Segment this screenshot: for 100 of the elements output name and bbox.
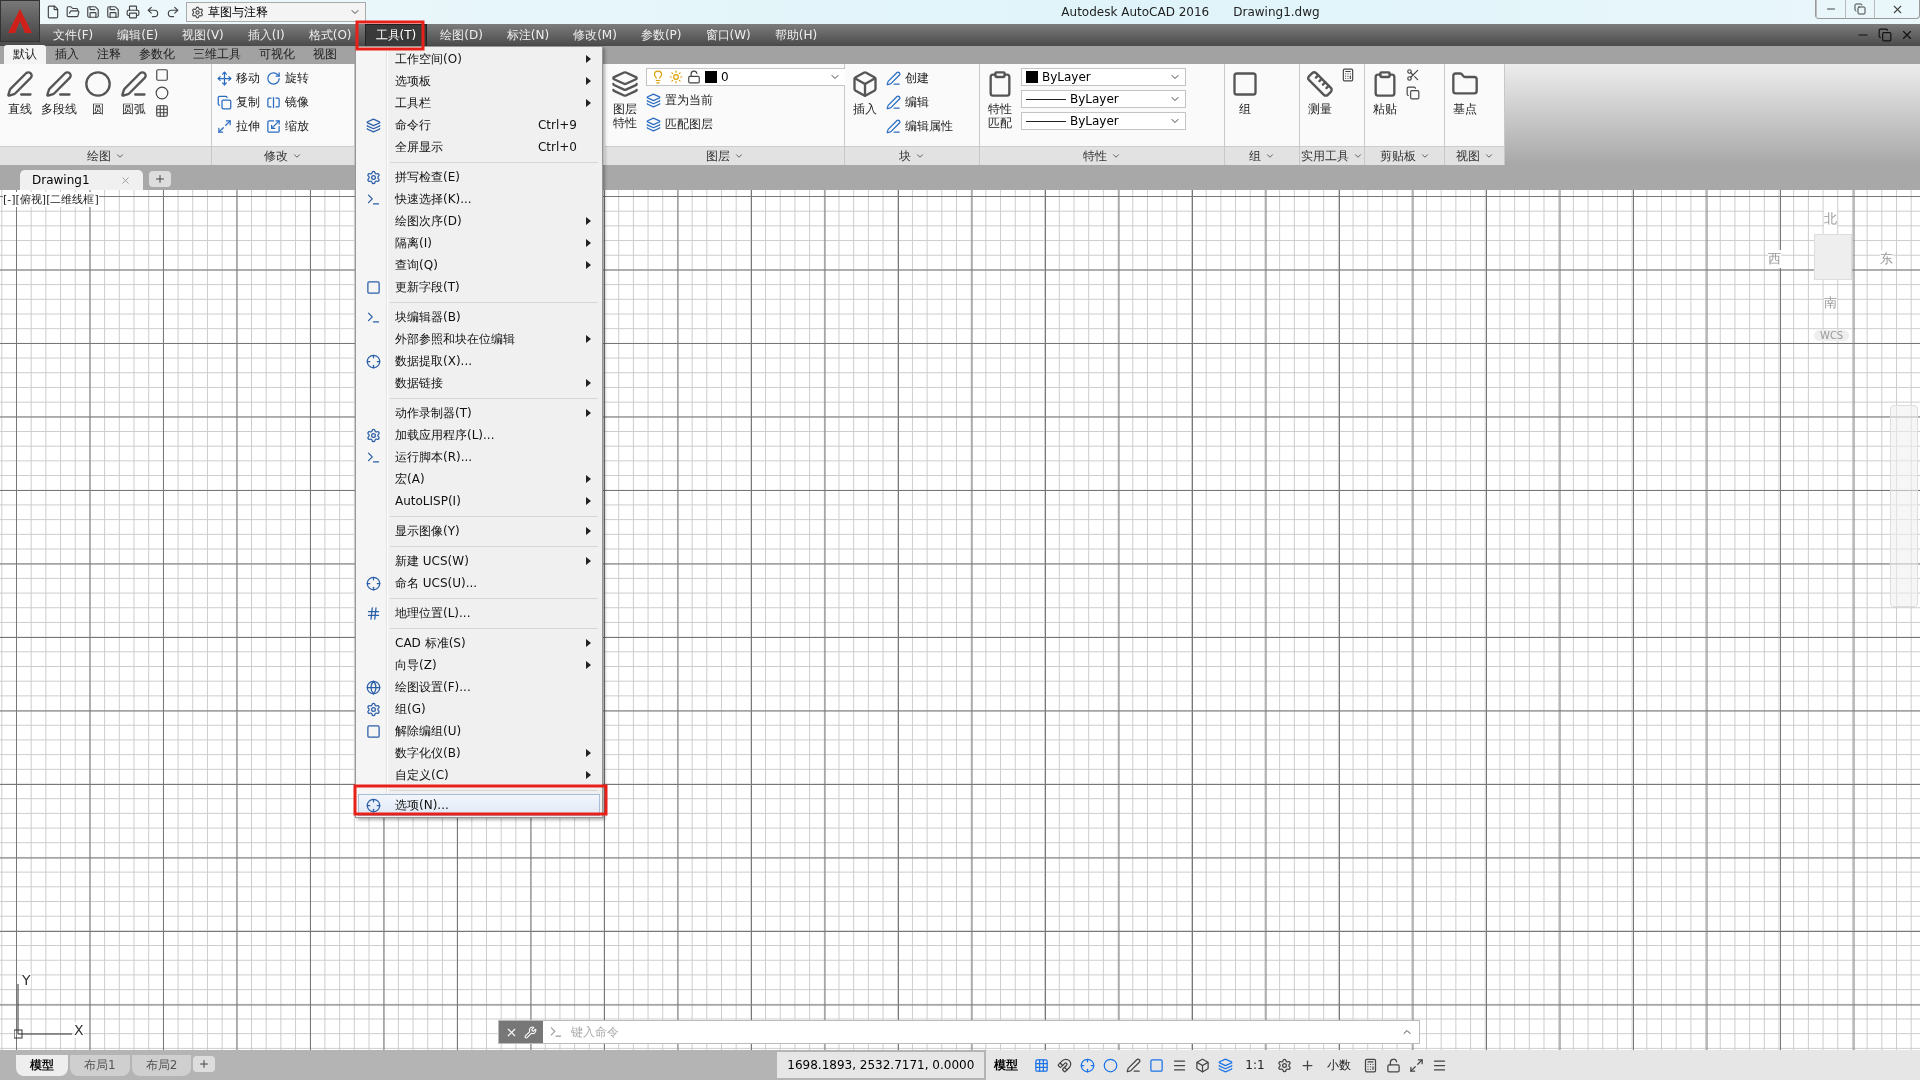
magnet-icon[interactable] xyxy=(1057,1057,1073,1073)
menu-item[interactable]: 命名 UCS(U)... xyxy=(358,572,600,594)
ribbon-tab[interactable]: 插入 xyxy=(46,45,88,64)
menu-bar-item[interactable]: 参数(P) xyxy=(629,23,693,47)
menu-item[interactable]: 选项(N)... xyxy=(358,794,600,816)
ribbon-tool-button[interactable]: 缩放 xyxy=(266,116,309,136)
redo-icon[interactable] xyxy=(166,5,180,19)
ribbon-tool-button[interactable]: 匹配图层 xyxy=(646,114,713,134)
annotation-scale[interactable]: 1:1 xyxy=(1241,1058,1269,1072)
ribbon-tool-button[interactable]: 直线 xyxy=(5,68,35,146)
save-icon[interactable] xyxy=(86,5,100,19)
ribbon-tool-button[interactable]: 测量 xyxy=(1305,68,1335,146)
new-file-icon[interactable] xyxy=(46,5,60,19)
ribbon-tool-button[interactable]: 复制 xyxy=(217,92,260,112)
menu-item[interactable]: 快速选择(K)... xyxy=(358,188,600,210)
panel-title[interactable]: 图层 xyxy=(705,147,730,165)
ribbon-tool-button[interactable]: 图层特性 xyxy=(610,68,640,146)
settings-icon[interactable] xyxy=(1276,1057,1292,1073)
ribbon-tool-button[interactable]: 基点 xyxy=(1450,68,1480,146)
menu-item[interactable]: 更新字段(T) xyxy=(358,276,600,298)
ribbon-tool-button[interactable]: 镜像 xyxy=(266,92,309,112)
new-tab-button[interactable] xyxy=(148,171,171,187)
caret-icon[interactable] xyxy=(915,151,925,161)
menu-item[interactable]: 加载应用程序(L)... xyxy=(358,424,600,446)
menu-item[interactable]: 全屏显示 Ctrl+0 xyxy=(358,136,600,158)
ribbon-tool-button[interactable]: 组 xyxy=(1230,68,1260,146)
pen-icon[interactable] xyxy=(1126,1057,1142,1073)
prompt-icon[interactable] xyxy=(549,1025,563,1039)
menu-bar-item[interactable]: 视图(V) xyxy=(171,23,235,47)
menu-item[interactable]: 地理位置(L)... xyxy=(358,602,600,624)
menu-item[interactable]: 自定义(C) xyxy=(358,764,600,786)
panel-title[interactable]: 块 xyxy=(899,147,911,165)
ribbon-tool-button[interactable]: 编辑 xyxy=(886,92,929,112)
unlock-icon[interactable] xyxy=(1385,1057,1401,1073)
command-input[interactable]: 键入命令 xyxy=(569,1024,1395,1040)
scissors-icon[interactable] xyxy=(1406,68,1420,82)
menu-bar-item[interactable]: 文件(F) xyxy=(42,23,105,47)
close-icon[interactable] xyxy=(1900,28,1914,42)
calculator-icon[interactable] xyxy=(1341,68,1355,82)
ribbon-tool-button[interactable]: 创建 xyxy=(886,68,929,88)
menu-item[interactable]: 隔离(I) xyxy=(358,232,600,254)
menu-bar-item[interactable]: 格式(O) xyxy=(297,23,363,47)
menu-bar-item[interactable]: 标注(N) xyxy=(495,23,561,47)
property-dropdown[interactable]: ByLayer xyxy=(1021,90,1186,108)
caret-icon[interactable] xyxy=(1111,151,1121,161)
ribbon-tab[interactable]: 三维工具 xyxy=(184,45,250,64)
menu-item[interactable]: 工具栏 xyxy=(358,92,600,114)
panel-title[interactable]: 组 xyxy=(1249,147,1261,165)
caret-icon[interactable] xyxy=(733,151,744,161)
ribbon-tool-button[interactable]: 插入 xyxy=(850,68,880,146)
menu-item[interactable]: 解除编组(U) xyxy=(358,720,600,742)
undo-icon[interactable] xyxy=(146,5,160,19)
menu-item[interactable]: 工作空间(O) xyxy=(358,48,600,70)
ribbon-tool-button[interactable]: 拉伸 xyxy=(217,116,260,136)
ribbon-tool-button[interactable]: 圆弧 xyxy=(119,68,149,146)
menu-bar-item[interactable]: 帮助(H) xyxy=(763,23,829,47)
copy-icon[interactable] xyxy=(1406,86,1420,100)
print-icon[interactable] xyxy=(126,5,140,19)
menu-item[interactable]: 数据链接 xyxy=(358,372,600,394)
caret-icon[interactable] xyxy=(1353,151,1363,161)
menu-item[interactable]: 向导(Z) xyxy=(358,654,600,676)
menu-item[interactable]: 绘图设置(F)... xyxy=(358,676,600,698)
grid-icon[interactable] xyxy=(1034,1057,1050,1073)
ribbon-tool-button[interactable]: 多段线 xyxy=(41,68,77,146)
new-layout-button[interactable] xyxy=(193,1055,216,1072)
menu-item[interactable]: 外部参照和块在位编辑 xyxy=(358,328,600,350)
ribbon-tab[interactable]: 默认 xyxy=(4,45,46,64)
maximize-icon[interactable] xyxy=(1408,1057,1424,1073)
menu-bar-item[interactable]: 窗口(W) xyxy=(694,23,762,47)
menu-bar-item[interactable]: 编辑(E) xyxy=(106,23,170,47)
property-dropdown[interactable]: ByLayer xyxy=(1021,112,1186,130)
menu-item[interactable]: 数据提取(X)... xyxy=(358,350,600,372)
layout-tab[interactable]: 布局2 xyxy=(131,1054,192,1076)
panel-title[interactable]: 绘图 xyxy=(86,147,111,165)
ribbon-tool-button[interactable]: 粘贴 xyxy=(1370,68,1400,146)
menu-item[interactable]: 命令行 Ctrl+9 xyxy=(358,114,600,136)
ribbon-tool-button[interactable]: 编辑属性 xyxy=(886,116,953,136)
box-icon[interactable] xyxy=(1195,1057,1211,1073)
restore-icon[interactable] xyxy=(1878,28,1892,42)
menu-bar-item[interactable]: 插入(I) xyxy=(236,23,296,47)
save-as-icon[interactable] xyxy=(106,5,120,19)
menu-item[interactable]: 数字化仪(B) xyxy=(358,742,600,764)
ribbon-tab[interactable]: 注释 xyxy=(88,45,130,64)
menu-item[interactable]: 新建 UCS(W) xyxy=(358,550,600,572)
viewport-label[interactable]: [-][俯视][二维线框] xyxy=(3,192,99,207)
menu-item[interactable]: AutoLISP(I) xyxy=(358,490,600,512)
caret-icon[interactable] xyxy=(1483,151,1494,161)
caret-icon[interactable] xyxy=(114,151,125,161)
menu-bar-item[interactable]: 修改(M) xyxy=(562,23,628,47)
property-dropdown[interactable]: ByLayer xyxy=(1021,68,1186,86)
crosshair-icon[interactable] xyxy=(1080,1057,1096,1073)
ribbon-tab[interactable]: 视图 xyxy=(304,45,346,64)
menu-item[interactable]: CAD 标准(S) xyxy=(358,632,600,654)
menu-item[interactable]: 拼写检查(E) xyxy=(358,166,600,188)
units-dropdown[interactable]: 小数 xyxy=(1322,1056,1355,1074)
panel-title[interactable]: 特性 xyxy=(1083,147,1107,165)
ribbon-tab[interactable]: 可视化 xyxy=(250,45,304,64)
model-space-button[interactable]: 模型 xyxy=(986,1056,1027,1074)
menu-item[interactable]: 运行脚本(R)... xyxy=(358,446,600,468)
wrench-icon[interactable] xyxy=(524,1025,537,1039)
